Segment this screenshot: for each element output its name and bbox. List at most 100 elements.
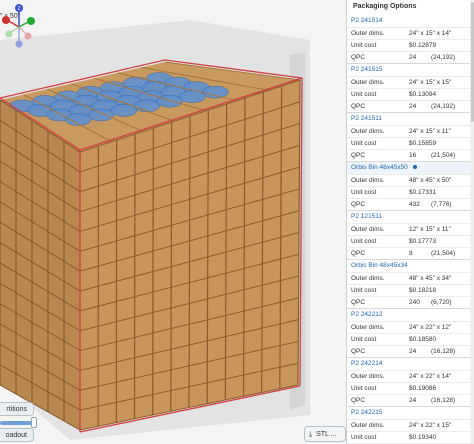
option-name[interactable]: Orbis Bin 48x45x50 xyxy=(347,162,474,174)
packaging-option[interactable]: P2 241511 Outer dims. 24" x 15" x 11" Unit … xyxy=(347,113,474,162)
qpc-total: (6,720) xyxy=(431,299,452,306)
qpc-total: (16,128) xyxy=(431,348,456,355)
unit-cost-value: $0.19340 xyxy=(409,434,437,441)
outer-dims-label: Outer dims. xyxy=(351,79,385,86)
outer-dims-value: 48" x 45" x 50" xyxy=(409,177,452,184)
qpc-row: QPC 24 (16,128) xyxy=(347,394,474,406)
option-name[interactable]: Orbis Bin 48x45x34 xyxy=(347,260,474,272)
x-axis-handle[interactable] xyxy=(2,16,10,24)
export-stl-button[interactable]: ⤓ STL ... xyxy=(304,426,346,442)
unit-cost-value: $0.17773 xyxy=(409,238,437,245)
partitions-button[interactable]: rtitions xyxy=(0,402,34,416)
packaging-option[interactable]: Orbis Bin 48x45x50 Outer dims. 48" x 45" x… xyxy=(347,162,474,211)
unit-cost-label: Unit cost xyxy=(351,140,377,147)
crate-left-face xyxy=(0,100,80,430)
qpc-label: QPC xyxy=(351,299,366,306)
option-name[interactable]: P2 121511 xyxy=(347,211,474,223)
bubble-pack xyxy=(87,108,115,122)
qpc-value: 240 xyxy=(409,299,420,306)
qpc-value: 24 xyxy=(409,397,417,404)
neg-x-axis-handle[interactable] xyxy=(24,32,32,40)
unit-cost-value: $0.17331 xyxy=(409,189,437,196)
packaging-option[interactable]: P2 242212 Outer dims. 24" x 22" x 12" Unit … xyxy=(347,309,474,358)
bubble-pack xyxy=(133,99,161,113)
qpc-total: (21,504) xyxy=(431,250,456,257)
unit-cost-label: Unit cost xyxy=(351,238,377,245)
qpc-value: 24 xyxy=(409,54,417,61)
outer-dims-label: Outer dims. xyxy=(351,128,385,135)
download-icon: ⤓ xyxy=(309,431,313,438)
unit-cost-value: $0.13094 xyxy=(409,91,437,98)
panel-scrollbar[interactable] xyxy=(470,0,474,444)
unit-cost-row: Unit cost $0.13094 xyxy=(347,88,474,100)
qpc-total: (7,776) xyxy=(431,201,452,208)
option-title: P2 241514 xyxy=(351,17,383,24)
option-name[interactable]: P2 241515 xyxy=(347,64,474,76)
option-name[interactable]: P2 242215 xyxy=(347,407,474,419)
outer-dims-value: 24" x 22" x 15" xyxy=(409,422,452,429)
unit-cost-row: Unit cost $0.19340 xyxy=(347,431,474,443)
outer-dims-row: Outer dims. 24" x 22" x 14" xyxy=(347,370,474,382)
qpc-value: 8 xyxy=(409,250,413,257)
qpc-value: 432 xyxy=(409,201,420,208)
packaging-option[interactable]: P2 241515 Outer dims. 24" x 15" x 15" Unit … xyxy=(347,64,474,113)
unit-cost-row: Unit cost $0.19086 xyxy=(347,382,474,394)
packaging-option[interactable]: P2 121511 Outer dims. 12" x 15" x 11" Unit … xyxy=(347,211,474,260)
qpc-row: QPC 8 (21,504) xyxy=(347,247,474,259)
packaging-option[interactable]: P2 241514 Outer dims. 24" x 15" x 14" Unit … xyxy=(347,15,474,64)
option-name[interactable]: P2 241511 xyxy=(347,113,474,125)
outer-dims-value: 24" x 15" x 15" xyxy=(409,79,452,86)
option-title: P2 242215 xyxy=(351,409,383,416)
y-axis-handle[interactable] xyxy=(27,17,35,25)
option-title: P2 241511 xyxy=(351,115,382,122)
unit-cost-label: Unit cost xyxy=(351,91,377,98)
unit-cost-row: Unit cost $0.18580 xyxy=(347,333,474,345)
outer-dims-row: Outer dims. 24" x 22" x 12" xyxy=(347,321,474,333)
qpc-total: (24,192) xyxy=(431,54,456,61)
option-title: Orbis Bin 48x45x34 xyxy=(351,262,408,269)
outer-dims-value: 12" x 15" x 11" xyxy=(409,226,451,233)
qpc-label: QPC xyxy=(351,250,366,257)
outer-dims-value: 24" x 22" x 14" xyxy=(409,373,452,380)
unit-cost-value: $0.18218 xyxy=(409,287,437,294)
unit-cost-label: Unit cost xyxy=(351,189,377,196)
option-name[interactable]: P2 242212 xyxy=(347,309,474,321)
neg-y-axis-handle[interactable] xyxy=(5,30,13,38)
unit-cost-value: $0.15859 xyxy=(409,140,437,147)
outer-dims-row: Outer dims. 24" x 22" x 15" xyxy=(347,419,474,431)
axis-gizmo[interactable]: Z xyxy=(0,0,38,50)
qpc-label: QPC xyxy=(351,201,366,208)
outer-dims-label: Outer dims. xyxy=(351,30,385,37)
outer-dims-row: Outer dims. 12" x 15" x 11" xyxy=(347,223,474,235)
unit-cost-value: $0.12879 xyxy=(409,42,437,49)
qpc-value: 24 xyxy=(409,103,417,110)
outer-dims-value: 24" x 15" x 14" xyxy=(409,30,452,37)
outer-dims-label: Outer dims. xyxy=(351,373,385,380)
neg-z-axis-handle[interactable] xyxy=(15,40,23,48)
z-axis-label: Z xyxy=(17,6,20,12)
outer-dims-label: Outer dims. xyxy=(351,275,385,282)
outer-dims-row: Outer dims. 48" x 45" x 50" xyxy=(347,174,474,186)
unit-cost-row: Unit cost $0.18218 xyxy=(347,284,474,296)
bubble-pack xyxy=(202,85,229,99)
qpc-total: (24,192) xyxy=(431,103,456,110)
packaging-option[interactable]: P2 242215 Outer dims. 24" x 22" x 15" Unit … xyxy=(347,407,474,444)
qpc-label: QPC xyxy=(351,348,366,355)
panel-title: Packaging Options xyxy=(353,3,417,10)
option-name[interactable]: P2 241514 xyxy=(347,15,474,27)
unit-cost-row: Unit cost $0.17331 xyxy=(347,186,474,198)
option-name[interactable]: P2 242214 xyxy=(347,358,474,370)
unit-cost-label: Unit cost xyxy=(351,287,377,294)
slider-track[interactable] xyxy=(0,421,34,425)
packaging-options-panel: Packaging Options P2 241514 Outer dims. 24… xyxy=(346,0,474,444)
loadout-button[interactable]: oadout xyxy=(0,428,34,442)
3d-viewport[interactable]: " x 50" Z rtitions oadout ⤓ STL ... xyxy=(0,0,346,444)
qpc-total: (21,504) xyxy=(431,152,456,159)
crate-3d-render[interactable] xyxy=(0,0,346,444)
outer-dims-label: Outer dims. xyxy=(351,177,385,184)
packaging-option[interactable]: Orbis Bin 48x45x34 Outer dims. 48" x 45" x… xyxy=(347,260,474,309)
slider-handle[interactable] xyxy=(31,417,37,428)
option-title: Orbis Bin 48x45x50 xyxy=(351,164,408,171)
packaging-option[interactable]: P2 242214 Outer dims. 24" x 22" x 14" Unit … xyxy=(347,358,474,407)
outer-dims-row: Outer dims. 24" x 15" x 14" xyxy=(347,27,474,39)
